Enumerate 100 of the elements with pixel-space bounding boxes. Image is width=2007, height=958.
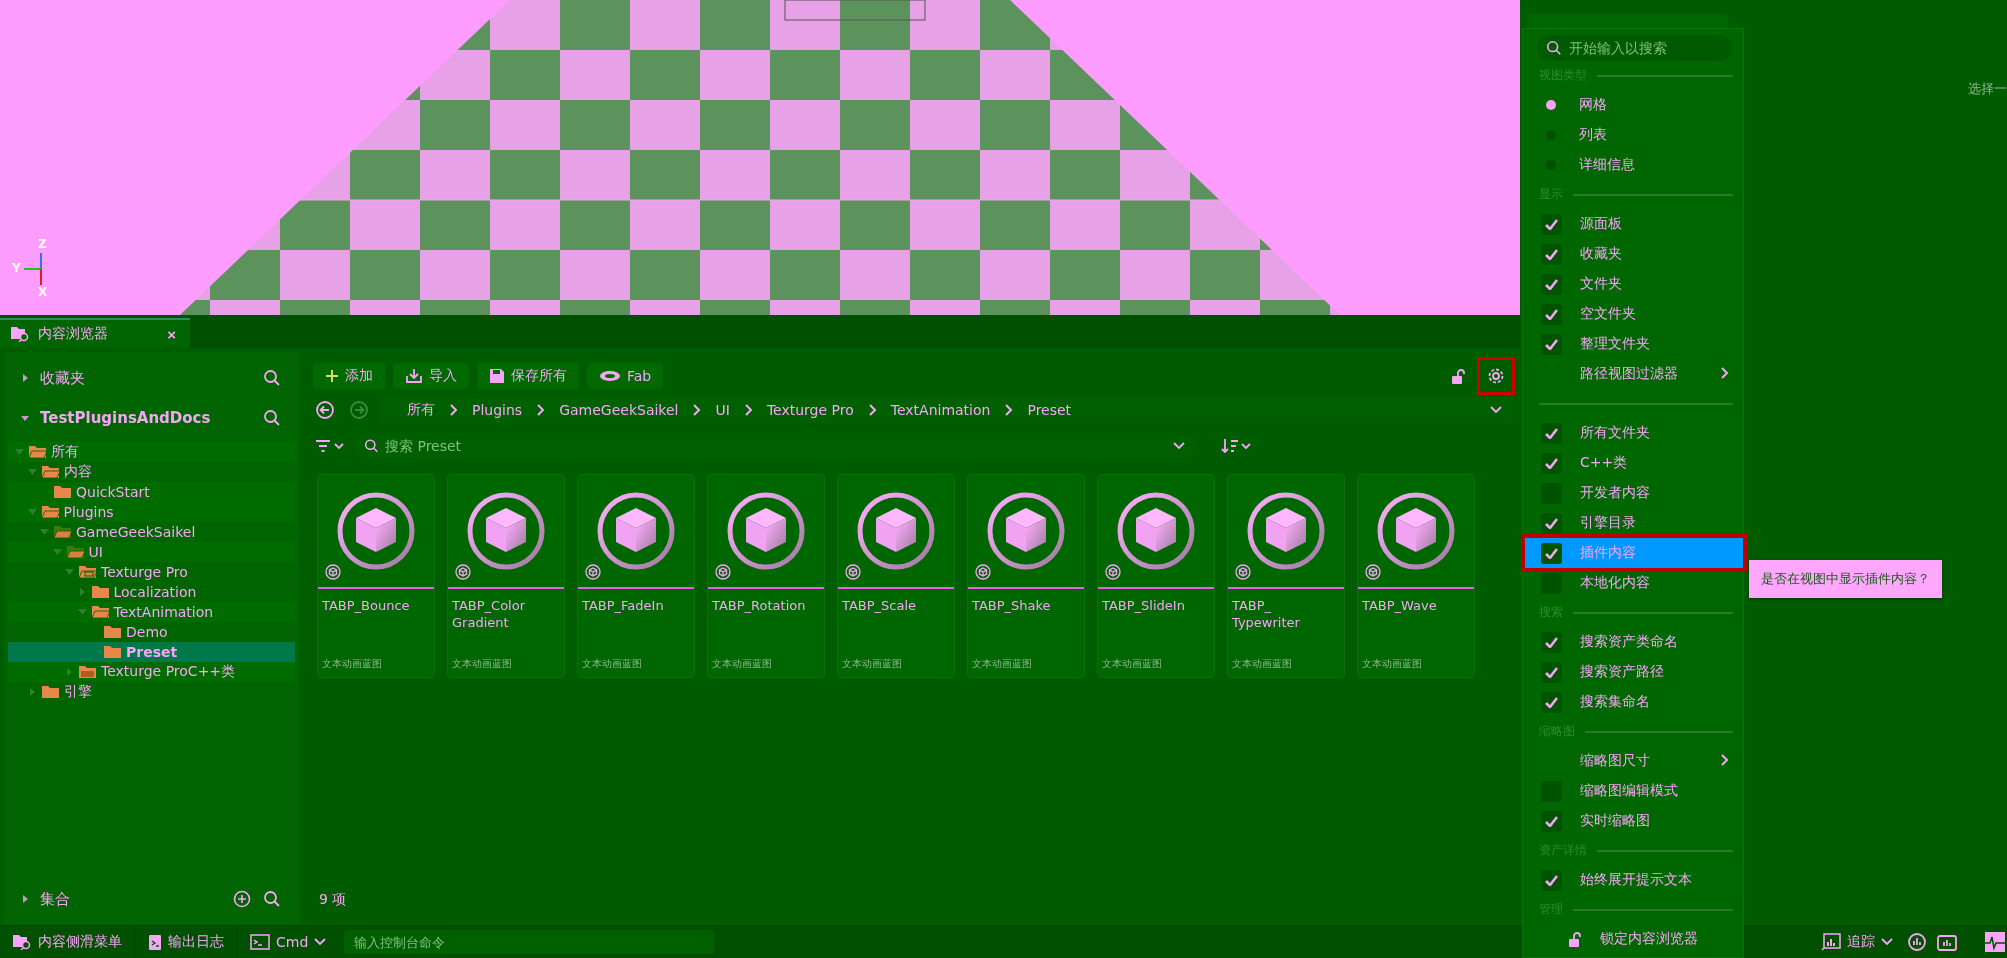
asset-tile[interactable]: TABP_Rotation 文本动画蓝图 — [707, 474, 825, 678]
collections-header[interactable]: 集合 — [20, 889, 223, 909]
menu-item[interactable]: 始终展开提示文本 — [1529, 865, 1733, 895]
breadcrumb-item[interactable]: 所有 — [407, 401, 435, 419]
close-button[interactable]: × — [163, 325, 180, 343]
menu-item[interactable]: 搜索资产路径 — [1529, 657, 1733, 687]
search-field[interactable]: 搜索 Preset — [355, 434, 1195, 458]
cmd-dropdown[interactable]: Cmd — [238, 925, 339, 958]
menu-item[interactable]: 路径视图过滤器 — [1529, 359, 1733, 389]
asset-tile[interactable]: TABP_Color Gradient 文本动画蓝图 — [447, 474, 565, 678]
axis-label: Z — [38, 237, 47, 251]
checkbox[interactable] — [1541, 810, 1562, 832]
breadcrumb-item[interactable]: TextAnimation — [890, 402, 991, 418]
toolbar-button[interactable]: 保存所有 — [477, 363, 579, 389]
add-button[interactable] — [231, 888, 253, 910]
tree-item[interactable]: Demo — [8, 622, 295, 642]
blueprint-badge-icon — [845, 564, 861, 580]
checkbox[interactable] — [1541, 661, 1562, 683]
asset-name: TABP_Color Gradient — [451, 597, 527, 631]
checkbox[interactable] — [1541, 422, 1562, 444]
asset-tile[interactable]: TABP_Scale 文本动画蓝图 — [837, 474, 955, 678]
insights-button[interactable] — [1905, 930, 1929, 954]
content-drawer-button[interactable]: 内容侧滑菜单 — [0, 925, 136, 958]
checkbox[interactable] — [1541, 333, 1562, 355]
menu-item[interactable]: 锁定内容浏览器 — [1529, 924, 1733, 954]
search-icon — [364, 438, 379, 454]
breadcrumb-item[interactable]: Preset — [1027, 402, 1072, 418]
checkbox[interactable] — [1541, 869, 1562, 891]
favorites-header[interactable]: 收藏夹 — [20, 368, 253, 388]
checkbox[interactable] — [1541, 243, 1562, 265]
toolbar-button[interactable]: 导入 — [393, 363, 469, 389]
content-browser-tab[interactable]: 内容浏览器 × — [0, 318, 190, 348]
tree-item[interactable]: QuickStart — [8, 482, 295, 502]
asset-type: 文本动画蓝图 — [971, 657, 1033, 671]
menu-item-label: 路径视图过滤器 — [1580, 365, 1679, 383]
asset-tile[interactable]: TABP_Bounce 文本动画蓝图 — [317, 474, 435, 678]
toolbar-button[interactable]: Fab — [587, 363, 664, 389]
menu-item[interactable]: 整理文件夹 — [1529, 329, 1733, 359]
menu-item[interactable]: 缩略图尺寸 — [1529, 746, 1733, 776]
folder-icon — [90, 605, 111, 619]
console-input-field[interactable]: 输入控制台命令 — [344, 930, 715, 954]
tree-item[interactable]: TextAnimation — [8, 602, 295, 622]
checkbox[interactable] — [1541, 572, 1562, 594]
menu-item[interactable]: 源面板 — [1529, 209, 1733, 239]
menu-item[interactable]: 搜索集命名 — [1529, 687, 1733, 717]
tree-item[interactable]: 引擎 — [8, 682, 295, 702]
checkbox[interactable] — [1541, 691, 1562, 713]
menu-item[interactable]: 文件夹 — [1529, 269, 1733, 299]
radio-button[interactable] — [1546, 100, 1556, 110]
project-header[interactable]: TestPluginsAndDocs — [20, 409, 253, 427]
back-button[interactable] — [313, 398, 337, 422]
output-log-button[interactable]: 输出日志 — [136, 925, 238, 958]
checkbox[interactable] — [1541, 452, 1562, 474]
checkbox[interactable] — [1541, 213, 1562, 235]
menu-item[interactable]: 网格 — [1529, 90, 1733, 120]
checkbox[interactable] — [1541, 542, 1562, 564]
menu-item-label: 缩略图尺寸 — [1580, 752, 1651, 770]
menu-item[interactable]: 空文件夹 — [1529, 299, 1733, 329]
breadcrumb-item[interactable]: Plugins — [472, 402, 523, 418]
settings-button[interactable] — [1477, 357, 1515, 395]
breadcrumb-item[interactable]: GameGeekSaikel — [559, 402, 679, 418]
asset-tile[interactable]: TABP_FadeIn 文本动画蓝图 — [577, 474, 695, 678]
menu-item[interactable]: 缩略图编辑模式 — [1529, 776, 1733, 806]
menu-item-label: 实时缩略图 — [1580, 812, 1651, 830]
tree-item[interactable]: UI — [8, 542, 295, 562]
tree-item[interactable]: Preset — [8, 642, 295, 662]
asset-tile[interactable]: TABP_Shake 文本动画蓝图 — [967, 474, 1085, 678]
asset-tile[interactable]: TABP_ Typewriter 文本动画蓝图 — [1227, 474, 1345, 678]
asset-name: TABP_Rotation — [711, 597, 807, 614]
tree-item[interactable]: Texturge ProC++类 — [8, 662, 295, 682]
menu-item[interactable]: 所有文件夹 — [1529, 418, 1733, 448]
tree-item[interactable]: 内容 — [8, 462, 295, 482]
tree-item[interactable]: Plugins — [8, 502, 295, 522]
pulse-button[interactable] — [1983, 930, 2007, 954]
trace-dropdown[interactable]: 追踪 — [1809, 925, 1905, 958]
tree-item[interactable]: GameGeekSaikel — [8, 522, 295, 542]
menu-item[interactable]: 详细信息 — [1529, 150, 1733, 180]
menu-search-field[interactable]: 开始输入以搜索 — [1537, 35, 1733, 61]
checkbox[interactable] — [1541, 273, 1562, 295]
checkbox[interactable] — [1541, 631, 1562, 653]
tree-item[interactable]: Texturge Pro — [8, 562, 295, 582]
menu-item[interactable]: 收藏夹 — [1529, 239, 1733, 269]
checkbox[interactable] — [1541, 303, 1562, 325]
tree-item[interactable]: 所有 — [8, 442, 295, 462]
asset-tile[interactable]: TABP_Wave 文本动画蓝图 — [1357, 474, 1475, 678]
toolbar-button[interactable]: 添加 — [313, 363, 385, 389]
filter-button[interactable] — [313, 437, 347, 455]
check-icon — [1545, 248, 1558, 260]
menu-item[interactable]: 列表 — [1529, 120, 1733, 150]
breadcrumb-item[interactable]: UI — [715, 402, 730, 418]
menu-item[interactable]: 搜索资产类命名 — [1529, 627, 1733, 657]
unlock-icon — [1451, 368, 1467, 384]
asset-tile[interactable]: TABP_SlideIn 文本动画蓝图 — [1097, 474, 1215, 678]
tree-item[interactable]: Localization — [8, 582, 295, 602]
menu-item[interactable]: 实时缩略图 — [1529, 806, 1733, 836]
menu-item[interactable]: C++类 — [1529, 448, 1733, 478]
breadcrumb-item[interactable]: Texturge Pro — [766, 402, 854, 418]
menu-item[interactable]: 开发者内容 — [1529, 478, 1733, 508]
check-icon — [1545, 278, 1558, 290]
checkbox[interactable] — [1541, 512, 1562, 534]
